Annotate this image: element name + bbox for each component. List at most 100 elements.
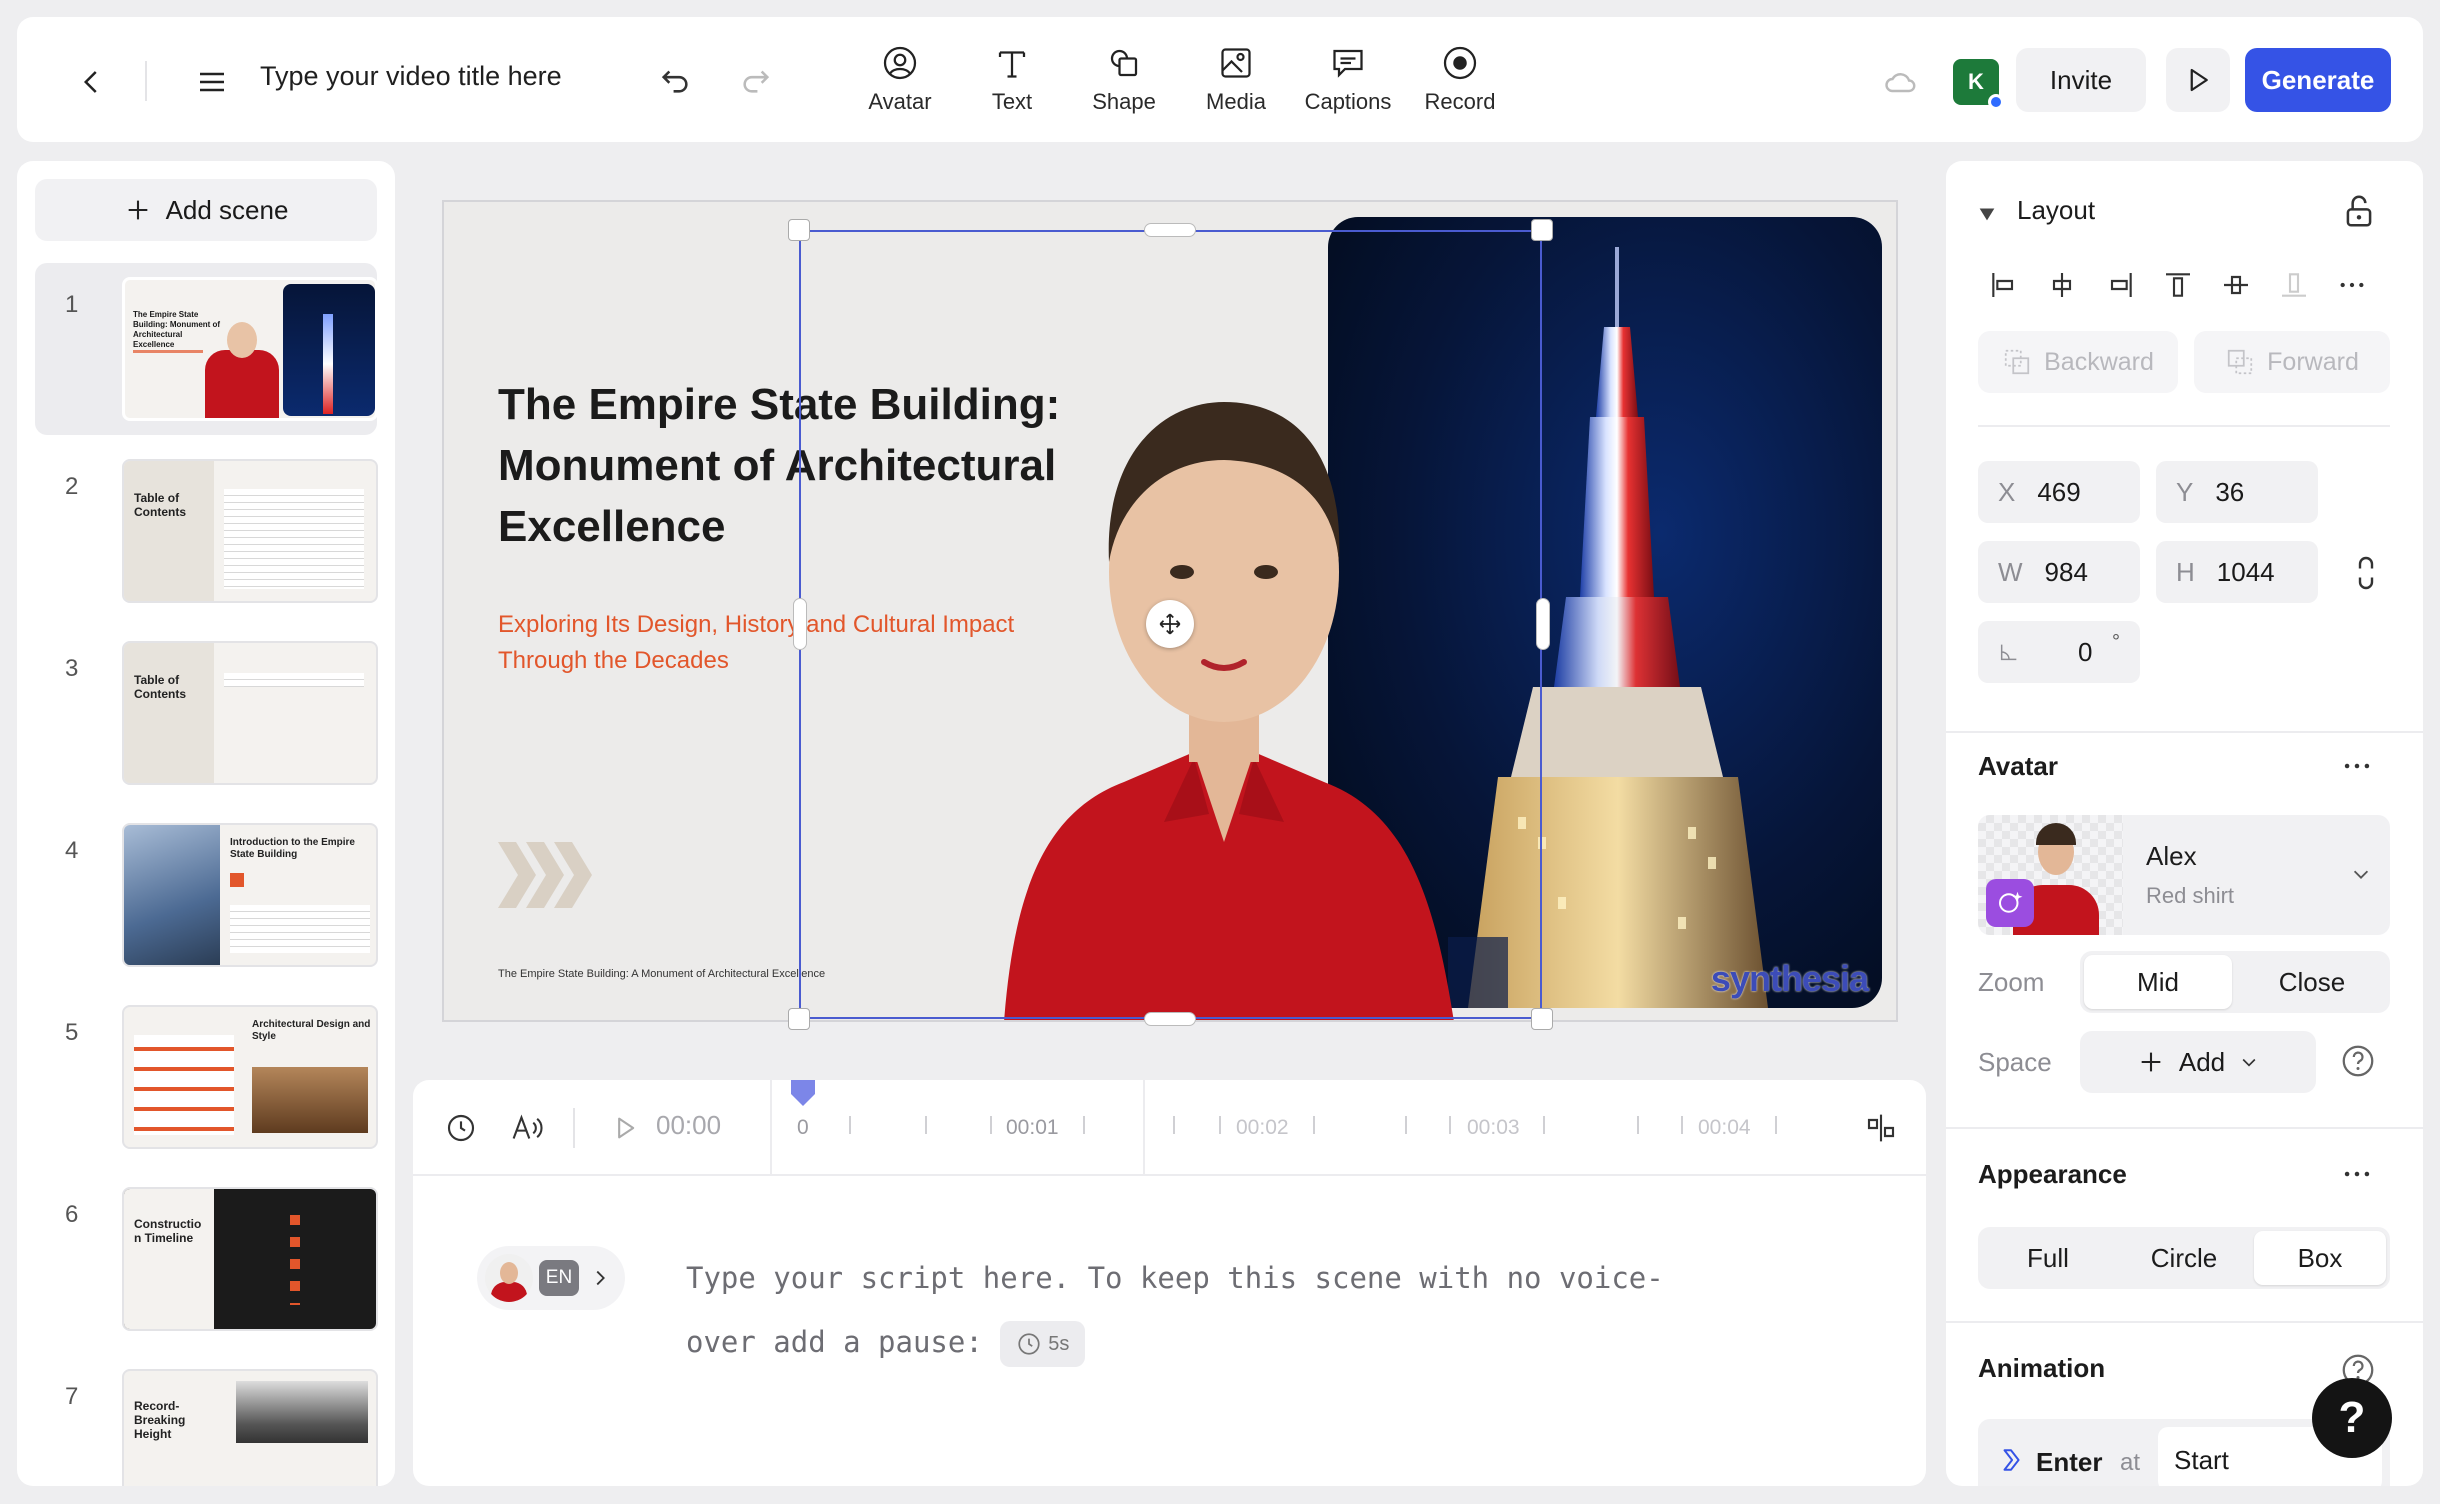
scene-thumbnail: Introduction to the Empire State Buildin…: [122, 823, 378, 967]
generate-button[interactable]: Generate: [2245, 48, 2391, 112]
resize-handle-bottom-left[interactable]: [788, 1008, 810, 1030]
scene-item-1[interactable]: 1 The Empire State Building: Monument of…: [35, 263, 378, 435]
scene-item-5[interactable]: 5 Architectural Design and Style: [35, 991, 378, 1163]
back-button[interactable]: [67, 57, 117, 107]
resize-handle-right[interactable]: [1536, 598, 1550, 650]
align-middle-v-icon[interactable]: [2220, 269, 2252, 301]
tool-captions[interactable]: Captions: [1292, 37, 1404, 127]
tool-shape-label: Shape: [1092, 89, 1156, 114]
thumb-lobby-photo: [252, 1067, 368, 1133]
tool-avatar-label: Avatar: [868, 89, 932, 114]
height-field[interactable]: H 1044: [2156, 541, 2318, 603]
more-icon[interactable]: [2340, 1157, 2374, 1191]
bring-forward-label: Forward: [2267, 347, 2359, 376]
split-button[interactable]: [1861, 1110, 1901, 1146]
align-top-icon[interactable]: [2162, 269, 2194, 301]
language-badge: EN: [539, 1260, 579, 1296]
timeline-ruler[interactable]: 00:00 0 00:01 00:02 00:03 00:04: [413, 1080, 1926, 1176]
video-title-input[interactable]: Type your video title here: [260, 61, 562, 92]
undo-button[interactable]: [650, 55, 700, 105]
thumb-building-image: [283, 284, 375, 416]
resize-handle-top-left[interactable]: [788, 219, 810, 241]
script-editor[interactable]: Type your script here. To keep this scen…: [686, 1246, 1686, 1374]
scene-thumb-title: Table of Contents: [134, 491, 186, 519]
voice-selector[interactable]: EN: [477, 1246, 625, 1310]
scene-item-6[interactable]: 6 Constructio n Timeline: [35, 1173, 378, 1345]
tool-shape[interactable]: Shape: [1068, 37, 1180, 127]
appearance-option-circle[interactable]: Circle: [2118, 1231, 2250, 1285]
resize-handle-bottom[interactable]: [1144, 1012, 1196, 1026]
space-add-button[interactable]: Add: [2080, 1031, 2316, 1093]
scene-thumb-title: Introduction to the Empire State Buildin…: [230, 837, 355, 860]
resize-handle-bottom-right[interactable]: [1531, 1008, 1553, 1030]
duration-button[interactable]: [443, 1110, 479, 1146]
resize-handle-top-right[interactable]: [1531, 219, 1553, 241]
tool-record-label: Record: [1424, 89, 1496, 114]
preview-button[interactable]: [2166, 48, 2230, 112]
y-label: Y: [2176, 476, 2194, 507]
scene-number: 6: [65, 1201, 79, 1228]
playhead-marker-icon[interactable]: [791, 1080, 815, 1106]
unlock-icon[interactable]: [2340, 191, 2378, 231]
more-icon[interactable]: [2340, 749, 2374, 783]
help-fab-button[interactable]: ?: [2312, 1378, 2392, 1458]
scene-item-7[interactable]: 7 Record-Breaking Height: [35, 1355, 378, 1486]
resize-handle-top[interactable]: [1144, 223, 1196, 237]
zoom-option-close[interactable]: Close: [2238, 955, 2386, 1009]
pause-chip[interactable]: 5s: [1000, 1321, 1086, 1367]
avatar-picker[interactable]: Alex Red shirt: [1978, 815, 2390, 935]
invite-button[interactable]: Invite: [2016, 48, 2146, 112]
script-placeholder: Type your script here. To keep this scen…: [686, 1261, 1664, 1359]
voice-button[interactable]: [508, 1110, 548, 1146]
scene-thumbnail: Record-Breaking Height: [122, 1369, 378, 1486]
redo-button[interactable]: [731, 55, 781, 105]
tool-record[interactable]: Record: [1404, 37, 1516, 127]
timeline-tick-label: 00:02: [1236, 1116, 1289, 1139]
user-avatar[interactable]: K: [1953, 59, 2004, 110]
h-label: H: [2176, 556, 2195, 587]
w-label: W: [1998, 556, 2023, 587]
help-circle-icon[interactable]: [2340, 1043, 2376, 1079]
send-backward-button[interactable]: Backward: [1978, 331, 2178, 393]
tool-captions-label: Captions: [1304, 89, 1392, 114]
appearance-option-full[interactable]: Full: [1982, 1231, 2114, 1285]
play-icon: [618, 1117, 635, 1139]
appearance-option-box[interactable]: Box: [2254, 1231, 2386, 1285]
tool-text[interactable]: Text: [956, 37, 1068, 127]
more-icon[interactable]: [2336, 269, 2368, 301]
shape-icon: [1110, 49, 1138, 77]
chevrons-decoration-icon: [498, 842, 592, 908]
scene-item-4[interactable]: 4 Introduction to the Empire State Build…: [35, 809, 378, 981]
user-initial: K: [1968, 69, 1984, 94]
tool-avatar[interactable]: Avatar: [844, 37, 956, 127]
x-value: 469: [2037, 476, 2081, 507]
clock-icon: [447, 1114, 475, 1142]
menu-button[interactable]: [187, 57, 237, 107]
move-handle[interactable]: [1146, 600, 1194, 648]
resize-handle-left[interactable]: [793, 598, 807, 650]
current-time: 00:00: [656, 1110, 722, 1140]
x-position-field[interactable]: X 469: [1978, 461, 2140, 523]
timeline-play-button[interactable]: [609, 1110, 641, 1146]
align-right-icon[interactable]: [2104, 269, 2136, 301]
bring-forward-button[interactable]: Forward: [2194, 331, 2390, 393]
width-field[interactable]: W 984: [1978, 541, 2140, 603]
timeline-tick-label: 00:03: [1467, 1116, 1520, 1139]
align-center-h-icon[interactable]: [2046, 269, 2078, 301]
collapse-triangle-icon[interactable]: [1976, 203, 1998, 225]
sync-status: [1877, 59, 1923, 105]
text-icon: [998, 51, 1026, 78]
scene-thumb-title: Constructio n Timeline: [134, 1217, 202, 1245]
zoom-option-mid[interactable]: Mid: [2084, 955, 2232, 1009]
align-left-icon[interactable]: [1988, 269, 2020, 301]
link-proportions-icon[interactable]: [2354, 555, 2378, 591]
scene-item-2[interactable]: 2 Table of Contents: [35, 445, 378, 617]
rotation-field[interactable]: 0 °: [1978, 621, 2140, 683]
avatar-icon: [883, 46, 917, 80]
y-position-field[interactable]: Y 36: [2156, 461, 2318, 523]
tool-media[interactable]: Media: [1180, 37, 1292, 127]
scene-item-3[interactable]: 3 Table of Contents: [35, 627, 378, 799]
add-scene-button[interactable]: Add scene: [35, 179, 377, 241]
timeline-tick-label: 0: [797, 1116, 809, 1139]
align-bottom-icon[interactable]: [2278, 269, 2310, 301]
